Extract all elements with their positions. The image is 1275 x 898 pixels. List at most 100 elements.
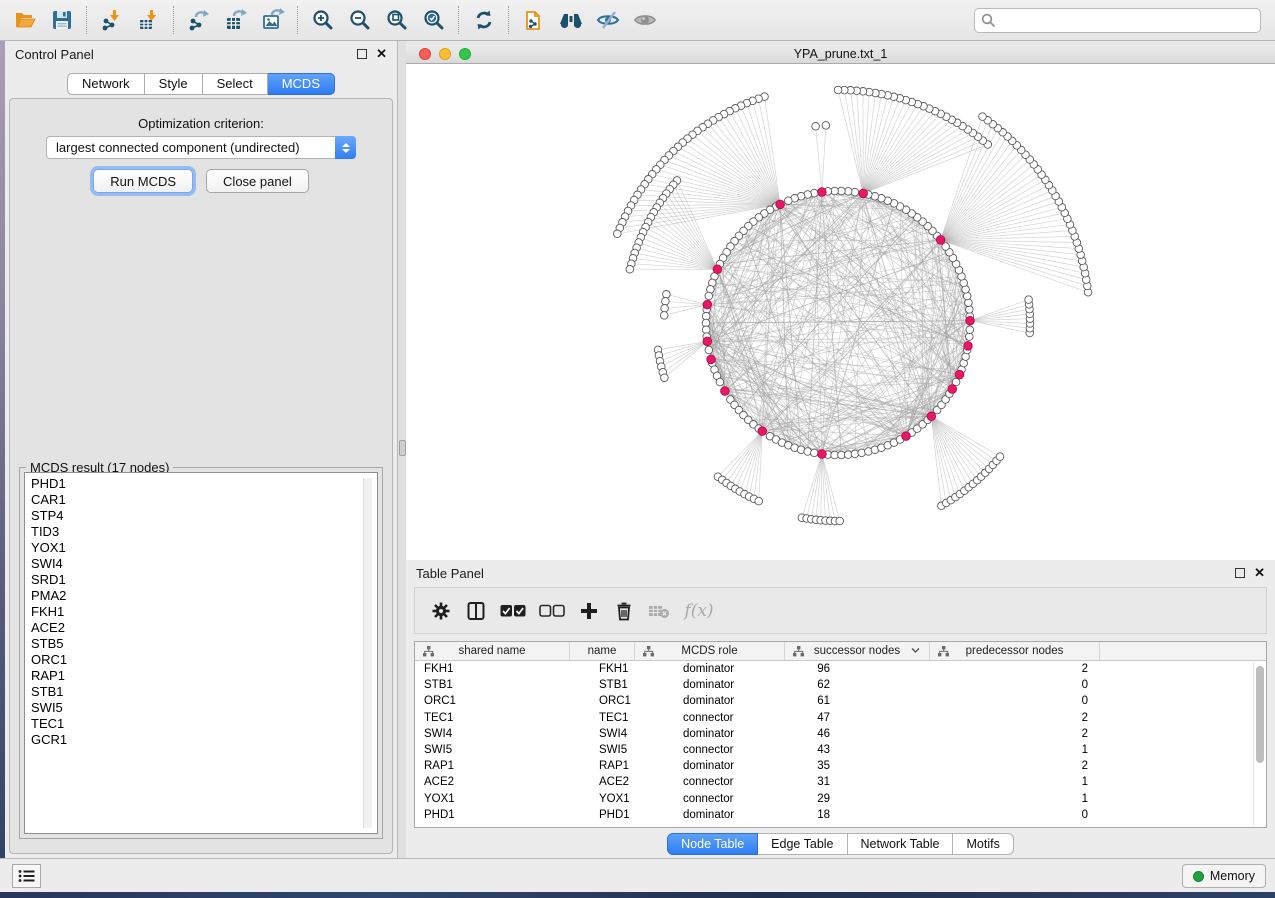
table-cell[interactable]: 0 bbox=[930, 695, 1100, 707]
find-button[interactable] bbox=[552, 2, 589, 38]
optimization-criterion-dropdown[interactable]: largest connected component (undirected) bbox=[46, 136, 356, 159]
table-row[interactable]: SWI5SWI5connector431 bbox=[415, 742, 1266, 758]
close-panel-icon[interactable]: ✕ bbox=[376, 49, 387, 59]
table-row[interactable]: YOX1YOX1connector291 bbox=[415, 791, 1266, 807]
table-cell[interactable]: dominator bbox=[635, 695, 785, 707]
table-cell[interactable]: dominator bbox=[635, 728, 785, 740]
scrollbar-thumb[interactable] bbox=[1256, 666, 1264, 763]
function-builder-button[interactable]: f(x) bbox=[682, 599, 716, 623]
table-cell[interactable]: dominator bbox=[635, 679, 785, 691]
zoom-fit-button[interactable] bbox=[378, 2, 415, 38]
column-header-MCDS-role[interactable]: MCDS role bbox=[635, 642, 785, 660]
table-cell[interactable]: STB1 bbox=[570, 679, 635, 691]
table-cell[interactable]: 61 bbox=[785, 695, 930, 707]
export-image-button[interactable] bbox=[254, 2, 291, 38]
tab-network-table[interactable]: Network Table bbox=[848, 833, 954, 855]
mcds-result-item[interactable]: ACE2 bbox=[31, 620, 377, 636]
table-cell[interactable]: 2 bbox=[930, 712, 1100, 724]
export-table-button[interactable] bbox=[217, 2, 254, 38]
table-cell[interactable]: YOX1 bbox=[415, 793, 570, 805]
table-cell[interactable]: connector bbox=[635, 744, 785, 756]
table-cell[interactable]: connector bbox=[635, 793, 785, 805]
open-file-button[interactable] bbox=[6, 2, 43, 38]
table-cell[interactable]: 96 bbox=[785, 663, 930, 675]
select-all-button[interactable] bbox=[499, 599, 527, 623]
table-cell[interactable]: PHD1 bbox=[415, 809, 570, 821]
mcds-result-item[interactable]: CAR1 bbox=[31, 492, 377, 508]
table-cell[interactable]: TEC1 bbox=[415, 712, 570, 724]
mcds-result-item[interactable]: SWI5 bbox=[31, 700, 377, 716]
tab-motifs[interactable]: Motifs bbox=[953, 833, 1013, 855]
table-cell[interactable]: FKH1 bbox=[415, 663, 570, 675]
table-cell[interactable]: ACE2 bbox=[570, 776, 635, 788]
mcds-result-item[interactable]: TID3 bbox=[31, 524, 377, 540]
delete-table-button[interactable] bbox=[647, 599, 671, 623]
table-cell[interactable]: connector bbox=[635, 712, 785, 724]
table-cell[interactable]: RAP1 bbox=[570, 760, 635, 772]
save-session-button[interactable] bbox=[43, 2, 80, 38]
table-row[interactable]: ACE2ACE2connector311 bbox=[415, 774, 1266, 790]
mcds-result-item[interactable]: TEC1 bbox=[31, 716, 377, 732]
column-header-shared-name[interactable]: shared name bbox=[415, 642, 570, 660]
table-vertical-scrollbar[interactable] bbox=[1253, 662, 1265, 826]
deselect-all-button[interactable] bbox=[538, 599, 566, 623]
table-cell[interactable]: dominator bbox=[635, 760, 785, 772]
table-cell[interactable]: 46 bbox=[785, 728, 930, 740]
close-panel-icon[interactable]: ✕ bbox=[1254, 568, 1265, 578]
tab-style[interactable]: Style bbox=[145, 73, 203, 95]
split-panel-button[interactable] bbox=[464, 599, 488, 623]
table-cell[interactable]: 1 bbox=[930, 793, 1100, 805]
mcds-result-item[interactable]: STB1 bbox=[31, 684, 377, 700]
table-cell[interactable]: ORC1 bbox=[570, 695, 635, 707]
table-cell[interactable]: SWI5 bbox=[415, 744, 570, 756]
table-cell[interactable]: 1 bbox=[930, 744, 1100, 756]
tab-select[interactable]: Select bbox=[203, 73, 268, 95]
tab-edge-table[interactable]: Edge Table bbox=[758, 833, 847, 855]
mcds-result-item[interactable]: FKH1 bbox=[31, 604, 377, 620]
table-cell[interactable]: 2 bbox=[930, 728, 1100, 740]
mcds-result-list[interactable]: PHD1CAR1STP4TID3YOX1SWI4SRD1PMA2FKH1ACE2… bbox=[24, 472, 378, 834]
close-panel-button[interactable]: Close panel bbox=[206, 169, 309, 193]
network-window-titlebar[interactable]: YPA_prune.txt_1 bbox=[406, 45, 1275, 64]
table-cell[interactable]: TEC1 bbox=[570, 712, 635, 724]
network-canvas[interactable] bbox=[406, 64, 1275, 560]
mcds-result-item[interactable]: PMA2 bbox=[31, 588, 377, 604]
tab-mcds[interactable]: MCDS bbox=[268, 73, 335, 95]
refresh-layout-button[interactable] bbox=[465, 2, 502, 38]
import-network-button[interactable] bbox=[93, 2, 130, 38]
float-panel-icon[interactable] bbox=[357, 49, 367, 59]
panel-splitter[interactable] bbox=[398, 41, 406, 858]
mcds-result-item[interactable]: GCR1 bbox=[31, 732, 377, 748]
table-cell[interactable]: 1 bbox=[930, 776, 1100, 788]
column-header-successor-nodes[interactable]: successor nodes bbox=[785, 642, 930, 660]
table-row[interactable]: RAP1RAP1dominator352 bbox=[415, 758, 1266, 774]
new-network-from-selection-button[interactable] bbox=[515, 2, 552, 38]
zoom-out-button[interactable] bbox=[341, 2, 378, 38]
mcds-list-scrollbar[interactable] bbox=[363, 478, 372, 828]
table-cell[interactable]: ORC1 bbox=[415, 695, 570, 707]
table-row[interactable]: FKH1FKH1dominator962 bbox=[415, 661, 1266, 677]
float-panel-icon[interactable] bbox=[1235, 568, 1245, 578]
table-cell[interactable]: 2 bbox=[930, 663, 1100, 675]
tab-network[interactable]: Network bbox=[67, 73, 145, 95]
table-cell[interactable]: 0 bbox=[930, 809, 1100, 821]
zoom-in-button[interactable] bbox=[304, 2, 341, 38]
table-cell[interactable]: 62 bbox=[785, 679, 930, 691]
mcds-result-item[interactable]: ORC1 bbox=[31, 652, 377, 668]
delete-columns-button[interactable] bbox=[612, 599, 636, 623]
table-cell[interactable]: STB1 bbox=[415, 679, 570, 691]
table-cell[interactable]: dominator bbox=[635, 809, 785, 821]
table-cell[interactable]: PHD1 bbox=[570, 809, 635, 821]
search-input[interactable] bbox=[974, 8, 1261, 33]
table-cell[interactable]: 31 bbox=[785, 776, 930, 788]
table-cell[interactable]: 18 bbox=[785, 809, 930, 821]
table-cell[interactable]: RAP1 bbox=[415, 760, 570, 772]
table-row[interactable]: ORC1ORC1dominator610 bbox=[415, 693, 1266, 709]
mcds-result-item[interactable]: SWI4 bbox=[31, 556, 377, 572]
table-cell[interactable]: 47 bbox=[785, 712, 930, 724]
export-network-button[interactable] bbox=[180, 2, 217, 38]
table-cell[interactable]: connector bbox=[635, 776, 785, 788]
table-cell[interactable]: 0 bbox=[930, 679, 1100, 691]
memory-button[interactable]: Memory bbox=[1182, 864, 1266, 888]
table-cell[interactable]: 43 bbox=[785, 744, 930, 756]
